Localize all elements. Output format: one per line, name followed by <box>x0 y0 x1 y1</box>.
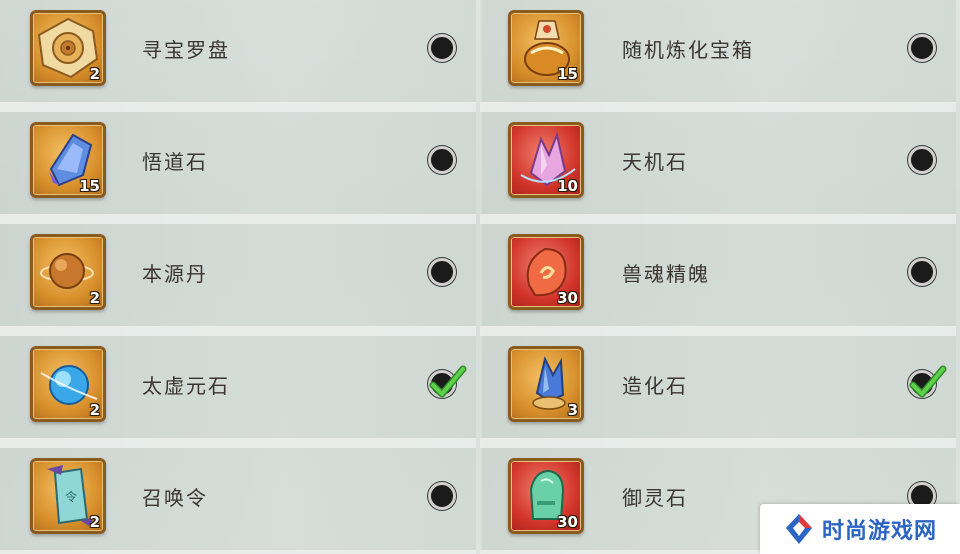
compass-icon: 2 <box>30 10 106 86</box>
item-row[interactable]: 2 寻宝罗盘 <box>0 0 476 112</box>
item-row[interactable]: 10 天机石 <box>480 112 956 224</box>
select-toggle[interactable] <box>428 258 456 286</box>
item-name: 太虚元石 <box>142 374 230 398</box>
beast-soul-icon: 30 <box>508 234 584 310</box>
item-row[interactable]: 2 本源丹 <box>0 224 476 336</box>
blue-sphere-icon: 2 <box>30 346 106 422</box>
item-row[interactable]: 令 2 召唤令 <box>0 448 476 554</box>
summon-token-icon: 令 2 <box>30 458 106 534</box>
treasure-bag-icon: 15 <box>508 10 584 86</box>
select-toggle[interactable] <box>908 258 936 286</box>
select-toggle[interactable] <box>428 34 456 62</box>
item-name: 御灵石 <box>622 486 688 510</box>
item-name: 随机炼化宝箱 <box>622 38 754 62</box>
item-name: 寻宝罗盘 <box>142 38 230 62</box>
select-toggle[interactable] <box>428 146 456 174</box>
item-row[interactable]: 3 造化石 <box>480 336 956 448</box>
item-name: 天机石 <box>622 150 688 174</box>
item-quantity: 2 <box>89 401 100 419</box>
select-toggle[interactable] <box>428 365 467 398</box>
creation-crystal-icon: 3 <box>508 346 584 422</box>
item-name: 造化石 <box>622 374 688 398</box>
item-quantity: 2 <box>89 289 100 307</box>
item-name: 兽魂精魄 <box>622 262 710 286</box>
item-row[interactable]: 15 悟道石 <box>0 112 476 224</box>
select-toggle[interactable] <box>908 365 947 398</box>
item-quantity: 10 <box>557 177 578 195</box>
item-quantity: 2 <box>89 65 100 83</box>
item-quantity: 2 <box>89 513 100 531</box>
select-toggle[interactable] <box>428 482 456 510</box>
item-row[interactable]: 30 兽魂精魄 <box>480 224 956 336</box>
checkmark-icon <box>909 365 947 398</box>
svg-text:令: 令 <box>65 489 77 504</box>
jade-stone-icon: 30 <box>508 458 584 534</box>
right-item-column: 15 随机炼化宝箱 10 天机石 30 兽魂精魄 3 造化石 30 御灵石 <box>480 0 960 554</box>
select-toggle[interactable] <box>908 34 936 62</box>
item-name: 召唤令 <box>142 486 208 510</box>
pink-crystal-icon: 10 <box>508 122 584 198</box>
left-item-column: 2 寻宝罗盘 15 悟道石 2 本源丹 2 太虚元石 令 2 召唤令 <box>0 0 480 554</box>
item-name: 悟道石 <box>142 150 208 174</box>
item-quantity: 30 <box>557 513 578 531</box>
item-quantity: 3 <box>567 401 578 419</box>
select-toggle[interactable] <box>908 146 936 174</box>
orb-pill-icon: 2 <box>30 234 106 310</box>
blue-crystal-icon: 15 <box>30 122 106 198</box>
diamond-logo-icon <box>786 514 812 544</box>
item-row[interactable]: 2 太虚元石 <box>0 336 476 448</box>
checkmark-icon <box>429 365 467 398</box>
item-quantity: 15 <box>79 177 100 195</box>
item-name: 本源丹 <box>142 262 208 286</box>
item-quantity: 15 <box>557 65 578 83</box>
watermark-brand-text: 时尚游戏网 <box>822 519 938 544</box>
item-quantity: 30 <box>557 289 578 307</box>
item-row[interactable]: 15 随机炼化宝箱 <box>480 0 956 112</box>
watermark-logo: 时尚游戏网 <box>760 504 960 554</box>
